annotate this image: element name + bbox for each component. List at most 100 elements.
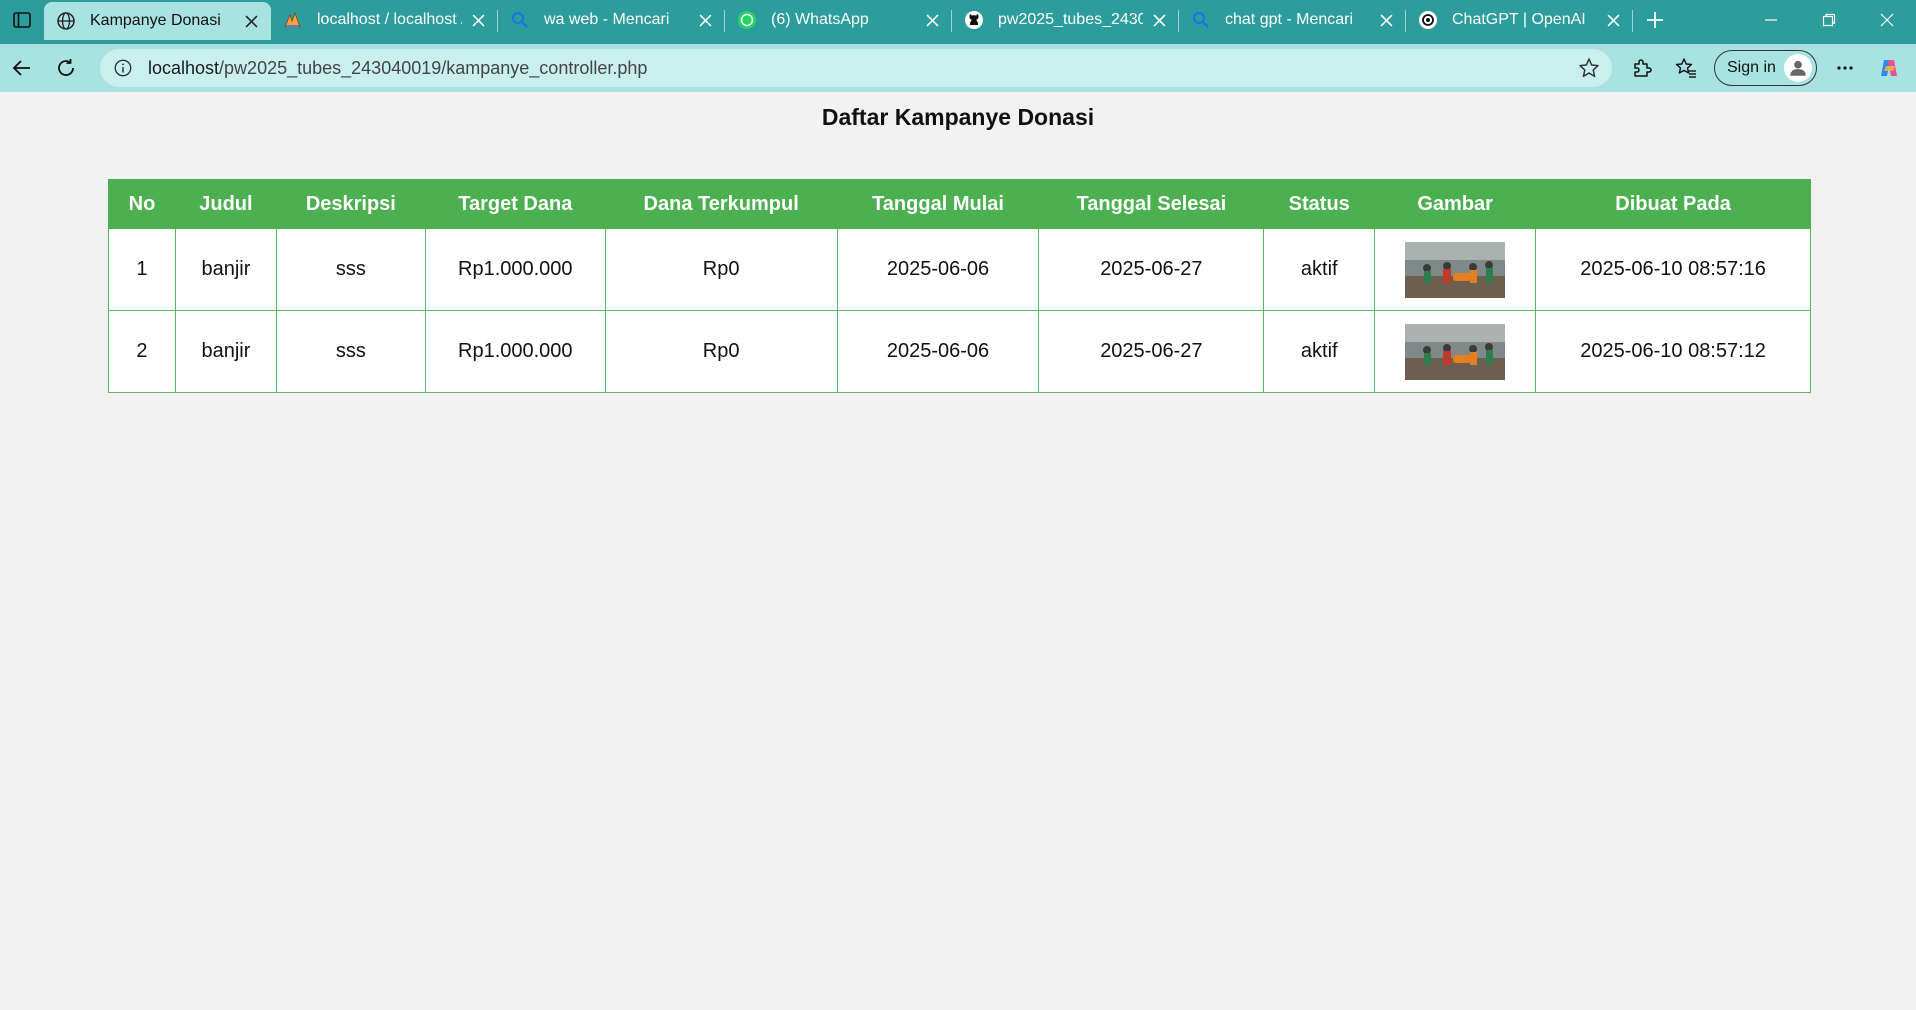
campaign-table: No Judul Deskripsi Target Dana Dana Terk… — [108, 179, 1811, 393]
close-icon — [1880, 13, 1894, 27]
favorites-icon — [1675, 58, 1696, 78]
close-icon[interactable] — [695, 10, 715, 30]
cell-deskripsi: sss — [275, 310, 426, 393]
cell-target-dana: Rp1.000.000 — [424, 310, 606, 393]
tab-actions-icon[interactable] — [0, 0, 44, 40]
campaign-thumbnail-image — [1405, 241, 1506, 298]
cell-judul: banjir — [174, 228, 277, 311]
tab-title: chat gpt - Mencari — [1225, 11, 1354, 28]
close-icon[interactable] — [468, 10, 488, 30]
table-header-row: No Judul Deskripsi Target Dana Dana Terk… — [108, 179, 1811, 229]
cell-status: aktif — [1263, 310, 1376, 393]
sign-in-label: Sign in — [1727, 59, 1776, 76]
info-icon[interactable] — [112, 57, 134, 79]
cell-deskripsi: sss — [275, 228, 426, 311]
cell-tanggal-selesai: 2025-06-27 — [1038, 228, 1265, 311]
column-header: Gambar — [1374, 179, 1537, 229]
arrow-left-icon — [12, 60, 30, 76]
browser-chrome: Kampanye Donasi localhost / localhost / … — [0, 0, 1916, 92]
copilot-icon — [1880, 60, 1897, 76]
url-text: localhost/pw2025_tubes_243040019/kampany… — [148, 58, 647, 79]
cell-no: 1 — [108, 228, 176, 311]
globe-icon — [56, 11, 76, 31]
column-header: Status — [1263, 179, 1376, 229]
cell-dibuat-pada: 2025-06-10 08:57:12 — [1535, 310, 1811, 393]
more-menu-button[interactable] — [1823, 48, 1867, 88]
browser-toolbar: localhost/pw2025_tubes_243040019/kampany… — [0, 44, 1916, 92]
tab-title: localhost / localhost / p — [317, 11, 462, 28]
cell-tanggal-mulai: 2025-06-06 — [836, 228, 1040, 311]
address-bar[interactable]: localhost/pw2025_tubes_243040019/kampany… — [100, 49, 1612, 87]
puzzle-icon — [1634, 59, 1652, 77]
table-row: 2 banjir sss Rp1.000.000 Rp0 2025-06-06 … — [108, 310, 1811, 393]
cell-judul: banjir — [174, 310, 277, 393]
phpmyadmin-icon — [283, 10, 303, 30]
close-icon[interactable] — [922, 10, 942, 30]
tab-title: (6) WhatsApp — [771, 11, 869, 28]
cell-gambar — [1374, 228, 1537, 311]
restore-icon — [1822, 13, 1836, 27]
favorites-button[interactable] — [1664, 48, 1708, 88]
plus-icon — [1647, 12, 1663, 28]
search-icon — [1191, 10, 1211, 30]
more-icon — [1837, 66, 1853, 70]
search-icon — [510, 10, 530, 30]
tab-whatsapp[interactable]: (6) WhatsApp — [725, 0, 952, 40]
tab-github-repo[interactable]: pw2025_tubes_243040 — [952, 0, 1179, 40]
column-header: Dana Terkumpul — [604, 179, 838, 229]
minimize-button[interactable] — [1742, 0, 1800, 40]
whatsapp-icon — [737, 10, 757, 30]
column-header: Dibuat Pada — [1535, 179, 1811, 229]
avatar — [1783, 54, 1812, 82]
table-row: 1 banjir sss Rp1.000.000 Rp0 2025-06-06 … — [108, 228, 1811, 311]
column-header: Tanggal Mulai — [836, 179, 1040, 229]
campaign-thumbnail-image — [1405, 323, 1506, 380]
page-content: Daftar Kampanye Donasi No Judul Deskrips… — [3, 92, 1913, 1010]
tab-kampanye-donasi[interactable]: Kampanye Donasi — [44, 2, 271, 40]
sign-in-button[interactable]: Sign in — [1714, 50, 1817, 86]
cell-gambar — [1374, 310, 1537, 393]
close-window-button[interactable] — [1858, 0, 1916, 40]
github-icon — [964, 10, 984, 30]
tab-chat-gpt-search[interactable]: chat gpt - Mencari — [1179, 0, 1406, 40]
close-icon[interactable] — [1149, 10, 1169, 30]
cell-dibuat-pada: 2025-06-10 08:57:16 — [1535, 228, 1811, 311]
column-header: No — [108, 179, 176, 229]
cell-target-dana: Rp1.000.000 — [424, 228, 606, 311]
cell-status: aktif — [1263, 228, 1376, 311]
close-icon[interactable] — [1376, 10, 1396, 30]
tab-title: wa web - Mencari — [544, 11, 670, 28]
column-header: Target Dana — [424, 179, 606, 229]
url-host: localhost — [148, 57, 220, 78]
close-icon[interactable] — [241, 11, 261, 31]
back-button[interactable] — [0, 48, 44, 88]
tab-title: ChatGPT | OpenAI — [1452, 11, 1586, 28]
tab-phpmyadmin[interactable]: localhost / localhost / p — [271, 0, 498, 40]
extensions-button[interactable] — [1620, 48, 1664, 88]
close-icon[interactable] — [1603, 10, 1623, 30]
column-header: Tanggal Selesai — [1038, 179, 1265, 229]
cell-tanggal-selesai: 2025-06-27 — [1038, 310, 1265, 393]
tab-wa-web-search[interactable]: wa web - Mencari — [498, 0, 725, 40]
tab-title: Kampanye Donasi — [90, 12, 221, 29]
column-header: Judul — [174, 179, 277, 229]
toolbar-right: Sign in — [1620, 48, 1911, 88]
tab-title: pw2025_tubes_243040 — [998, 11, 1143, 28]
window-controls — [1742, 0, 1916, 40]
refresh-icon — [58, 59, 74, 76]
column-header: Deskripsi — [275, 179, 426, 229]
openai-icon — [1418, 10, 1438, 30]
tab-chatgpt-openai[interactable]: ChatGPT | OpenAI — [1406, 0, 1633, 40]
cell-tanggal-mulai: 2025-06-06 — [836, 310, 1040, 393]
refresh-button[interactable] — [44, 48, 88, 88]
favorite-star-icon[interactable] — [1578, 57, 1600, 79]
cell-dana-terkumpul: Rp0 — [604, 310, 838, 393]
cell-dana-terkumpul: Rp0 — [604, 228, 838, 311]
restore-button[interactable] — [1800, 0, 1858, 40]
page-title: Daftar Kampanye Donasi — [821, 104, 1095, 130]
url-path: /pw2025_tubes_243040019/kampanye_control… — [219, 57, 648, 78]
new-tab-button[interactable] — [1633, 0, 1677, 40]
user-icon — [1790, 60, 1806, 76]
minimize-icon — [1765, 19, 1777, 21]
copilot-button[interactable] — [1867, 48, 1911, 88]
